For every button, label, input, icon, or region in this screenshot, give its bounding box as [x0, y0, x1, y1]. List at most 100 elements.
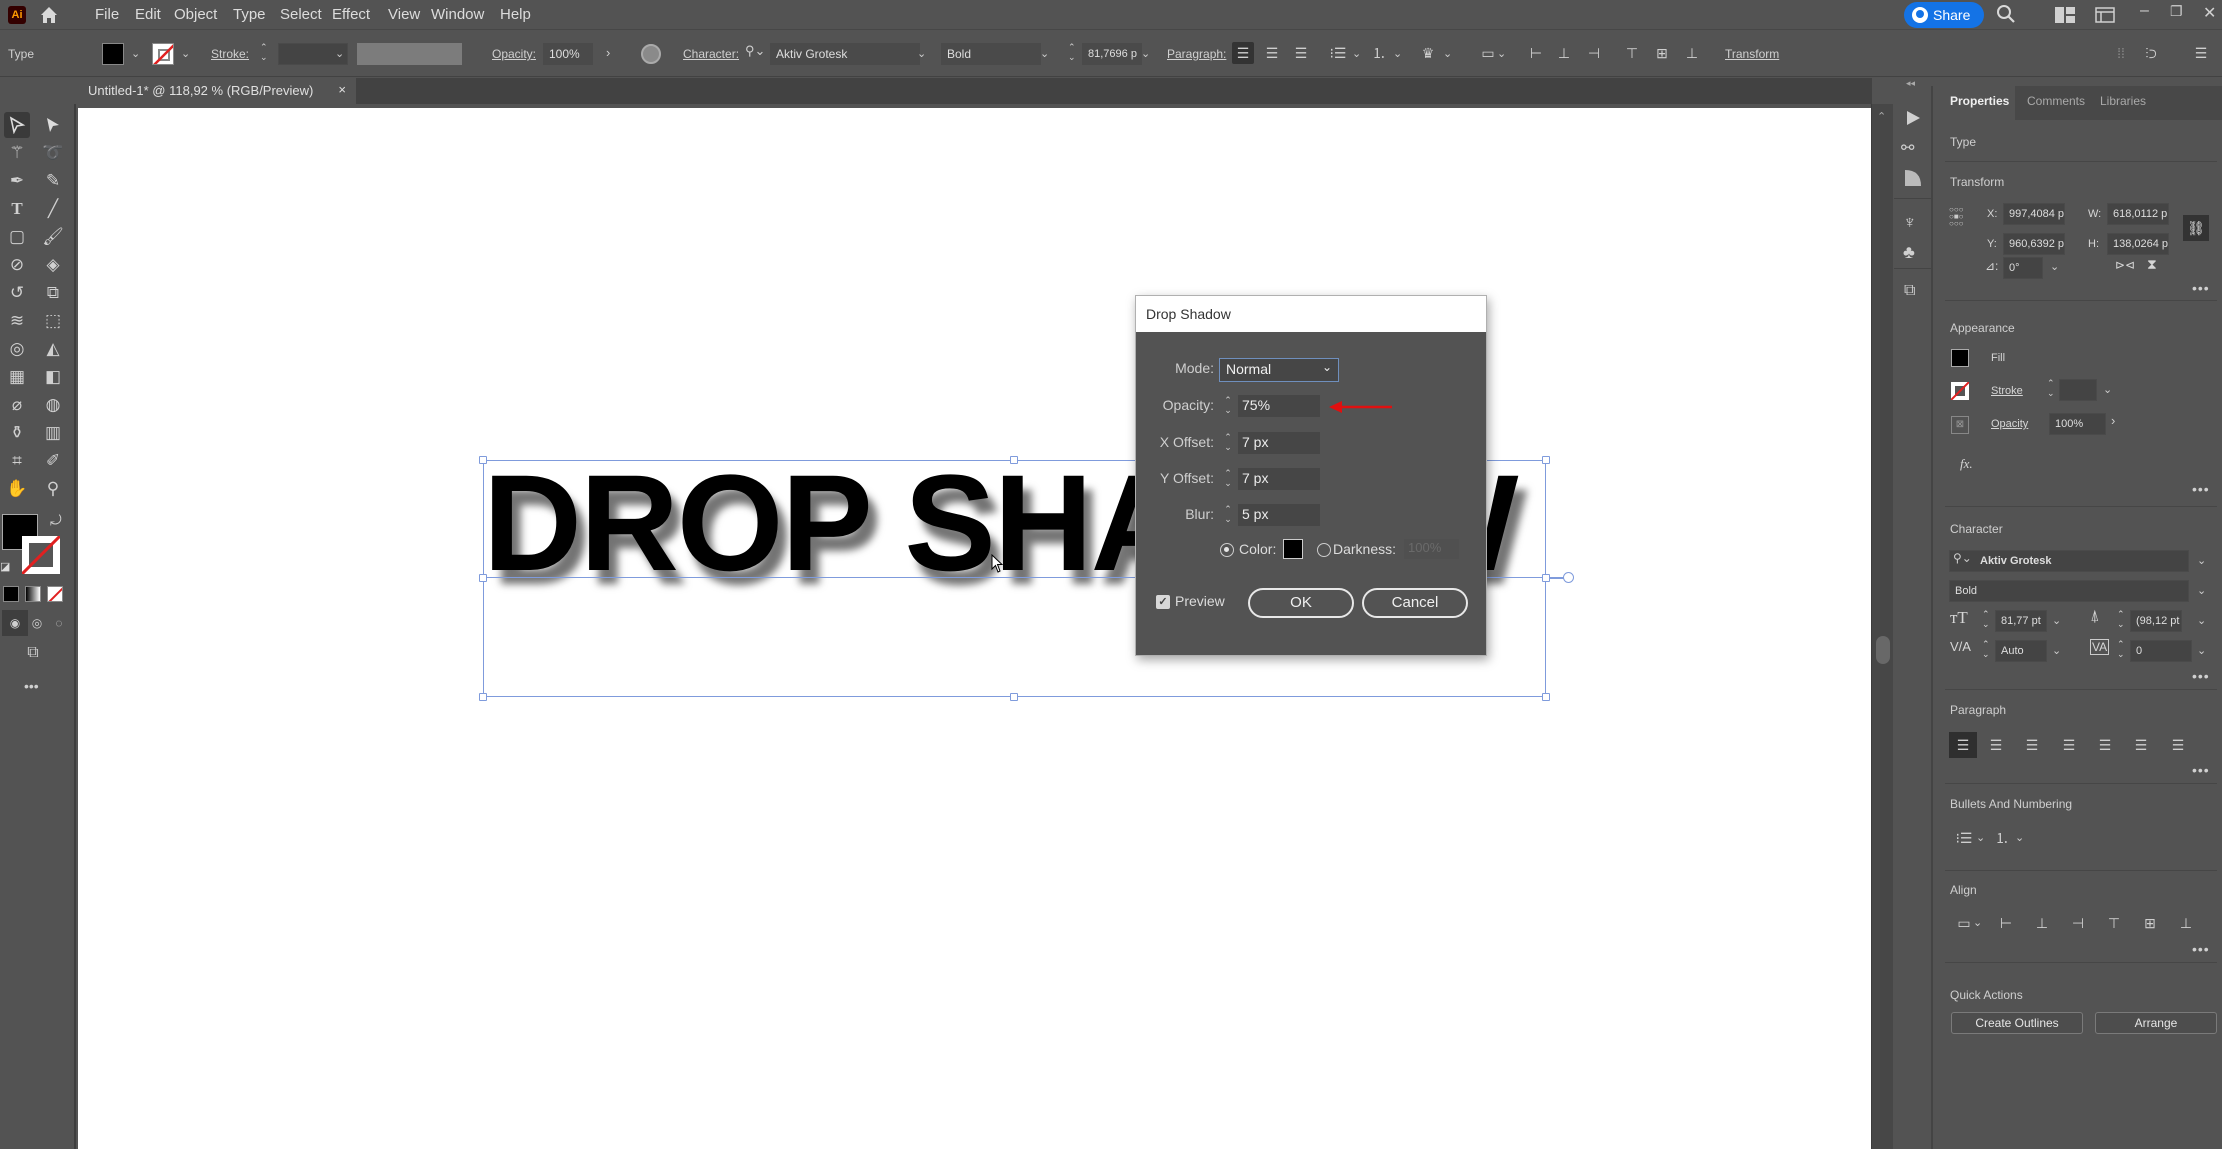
darkness-radio[interactable]	[1317, 543, 1331, 557]
font-size-field[interactable]: 81,77 pt	[1995, 610, 2047, 632]
home-icon[interactable]	[38, 4, 60, 26]
leading-field[interactable]: (98,12 pt	[2130, 610, 2182, 632]
stroke-label[interactable]: Stroke:	[211, 47, 249, 61]
align-middle-objects-icon[interactable]: ⊞	[2139, 912, 2161, 934]
tracking-stepper[interactable]: ⌃ ⌄	[2117, 639, 2125, 659]
tab-properties[interactable]: Properties	[1950, 94, 2009, 108]
shadow-color-swatch[interactable]	[1283, 539, 1303, 559]
angle-dropdown-icon[interactable]: ⌄	[2050, 260, 2059, 273]
document-tab[interactable]: Untitled-1* @ 118,92 % (RGB/Preview) ×	[78, 78, 356, 104]
opacity-field[interactable]: 75%	[1238, 395, 1320, 417]
eyedropper-tool-icon[interactable]: ⌀	[4, 392, 30, 418]
stroke-color-swatch[interactable]	[22, 536, 60, 574]
menu-view[interactable]: View	[388, 6, 420, 23]
color-mode-icon[interactable]	[3, 586, 19, 602]
pathfinder-panel-icon[interactable]: ⧉	[1904, 282, 1915, 300]
preview-checkbox[interactable]: ✓	[1156, 595, 1170, 609]
horizontal-align-right-icon[interactable]: ⊣	[1583, 42, 1605, 64]
recolor-artwork-icon[interactable]	[641, 44, 661, 64]
stroke-weight-stepper[interactable]: ⌃ ⌄	[260, 42, 268, 62]
stroke-weight-dropdown-icon[interactable]: ⌄	[335, 47, 344, 60]
blur-field[interactable]: 5 px	[1238, 504, 1320, 526]
vertical-align-bottom-icon[interactable]: ⊥	[1681, 42, 1703, 64]
panel-layout-icon[interactable]	[2095, 7, 2115, 23]
variable-width-profile[interactable]	[357, 43, 462, 65]
stroke-dropdown-icon[interactable]: ⌄	[181, 47, 190, 60]
stroke-weight-dropdown-icon[interactable]: ⌄	[2103, 383, 2112, 396]
preview-label[interactable]: Preview	[1175, 593, 1225, 609]
flip-vertical-icon[interactable]: ⧗	[2147, 256, 2157, 273]
curvature-tool-icon[interactable]: ✎	[40, 168, 66, 194]
font-style-dropdown-icon[interactable]: ⌄	[1040, 47, 1049, 60]
gradient-tool-icon[interactable]: ◧	[40, 364, 66, 390]
align-more-options-icon[interactable]: •••	[2192, 941, 2210, 957]
align-to-icon[interactable]: ▭	[1953, 912, 1975, 934]
vertical-scrollbar[interactable]: ⌃	[1871, 104, 1893, 1149]
paintbrush-tool-icon[interactable]: 🖌	[40, 224, 66, 250]
leading-dropdown-icon[interactable]: ⌄	[2197, 614, 2206, 627]
x-offset-field[interactable]: 7 px	[1238, 432, 1320, 454]
handle-bottom-middle[interactable]	[1010, 693, 1018, 701]
create-outlines-button[interactable]: Create Outlines	[1951, 1012, 2083, 1034]
share-button[interactable]: Share	[1904, 2, 1984, 28]
y-offset-stepper[interactable]: ⌃ ⌄	[1219, 468, 1237, 490]
eraser-tool-icon[interactable]: ◈	[40, 252, 66, 278]
numbering-icon[interactable]: ⒈	[1991, 827, 2013, 849]
perspective-grid-tool-icon[interactable]: ◭	[40, 336, 66, 362]
arrange-icon[interactable]: ⫶⊃	[2140, 42, 2162, 64]
align-to-dropdown-icon[interactable]: ⌄	[1497, 47, 1506, 60]
shape-builder-tool-icon[interactable]: ◎	[4, 336, 30, 362]
edit-toolbar-icon[interactable]: •••	[24, 678, 39, 694]
bullets-icon[interactable]: ⁝☰	[1327, 42, 1349, 64]
flip-horizontal-icon[interactable]: ⊳⊲	[2115, 258, 2135, 272]
lasso-tool-icon[interactable]: ➰	[40, 140, 66, 166]
menu-help[interactable]: Help	[500, 6, 531, 23]
symbol-sprayer-tool-icon[interactable]: ⚱	[4, 420, 30, 446]
blend-tool-icon[interactable]: ◍	[40, 392, 66, 418]
hand-tool-icon[interactable]: ✋	[4, 476, 30, 502]
font-size-dropdown-icon[interactable]: ⌄	[1141, 47, 1150, 60]
font-style-field[interactable]: Bold	[1949, 580, 2189, 602]
gradient-panel-icon[interactable]	[1903, 168, 1923, 193]
magic-wand-tool-icon[interactable]: ⚚	[4, 140, 30, 166]
transform-more-options-icon[interactable]: •••	[2192, 280, 2210, 296]
fill-swatch[interactable]	[102, 43, 124, 65]
pen-tool-icon[interactable]: ✒	[4, 168, 30, 194]
line-tool-icon[interactable]: ╱	[40, 196, 66, 222]
kerning-field[interactable]: Auto	[1995, 640, 2047, 662]
menu-object[interactable]: Object	[174, 6, 217, 23]
column-graph-tool-icon[interactable]: ▥	[40, 420, 66, 446]
stroke-weight-field[interactable]	[2059, 379, 2097, 401]
symbols-panel-icon[interactable]: ♣	[1903, 242, 1915, 263]
tracking-field[interactable]: 0	[2130, 640, 2192, 662]
menu-effect[interactable]: Effect	[332, 6, 370, 23]
appearance-more-options-icon[interactable]: •••	[2192, 481, 2210, 497]
h-field[interactable]: 138,0264 p	[2107, 233, 2169, 255]
selection-tool-icon[interactable]	[4, 112, 30, 138]
gradient-mode-icon[interactable]	[25, 586, 41, 602]
color-radio[interactable]	[1220, 543, 1234, 557]
rectangle-tool-icon[interactable]: ▢	[4, 224, 30, 250]
justify-all-icon[interactable]: ☰	[2167, 734, 2189, 756]
align-bottom-objects-icon[interactable]: ⊥	[2175, 912, 2197, 934]
y-field[interactable]: 960,6392 p	[2003, 233, 2065, 255]
font-size-dropdown-icon[interactable]: ⌄	[2052, 614, 2061, 627]
font-style-field[interactable]: Bold	[941, 43, 1041, 65]
minimize-icon[interactable]: –	[2140, 2, 2149, 20]
warp-tool-icon[interactable]: ≋	[4, 308, 30, 334]
actions-panel-icon[interactable]	[1903, 108, 1923, 133]
tab-comments[interactable]: Comments	[2027, 94, 2085, 108]
handle-top-right[interactable]	[1542, 456, 1550, 464]
kerning-stepper[interactable]: ⌃ ⌄	[1982, 639, 1990, 659]
opacity-field[interactable]: 100%	[2049, 413, 2106, 435]
direct-selection-tool-icon[interactable]	[40, 112, 66, 138]
panel-menu-icon[interactable]: ☰	[2190, 42, 2212, 64]
align-left-objects-icon[interactable]: ⊢	[1995, 912, 2017, 934]
horizontal-align-left-icon[interactable]: ⊢	[1525, 42, 1547, 64]
tracking-dropdown-icon[interactable]: ⌄	[2197, 644, 2206, 657]
menu-edit[interactable]: Edit	[135, 6, 161, 23]
align-left-icon[interactable]: ☰	[1232, 42, 1254, 64]
screen-mode-icon[interactable]: ⧉	[20, 640, 46, 666]
appearance-stroke-swatch[interactable]	[1951, 382, 1969, 400]
stroke-stepper[interactable]: ⌃ ⌄	[2047, 378, 2055, 398]
